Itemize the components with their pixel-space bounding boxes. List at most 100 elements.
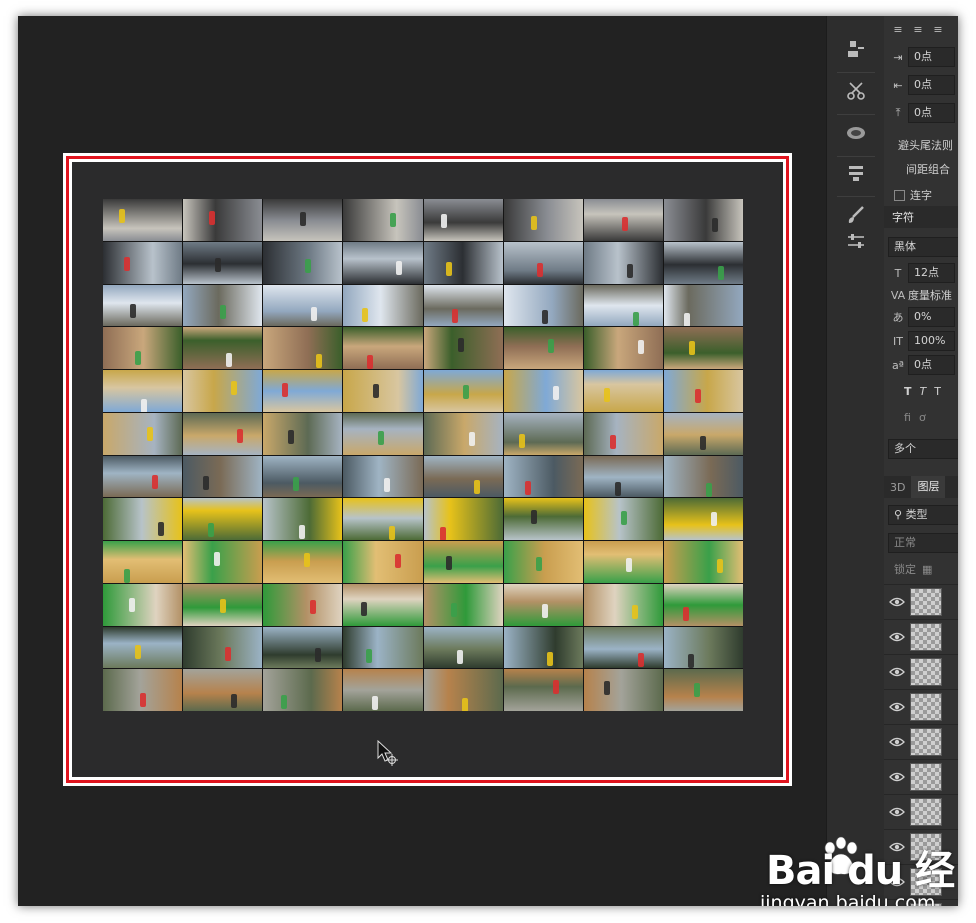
indent-right-field[interactable]: 0点 [908,75,955,95]
hanging-punct-row[interactable]: 避头尾法则 [888,134,953,156]
layer-row[interactable] [884,724,958,759]
brush-icon[interactable] [843,202,869,228]
spacing-combo-label: 间距组合 [906,163,950,176]
photo-thumbnail [503,370,583,412]
indent-left-field[interactable]: 0点 [908,47,955,67]
document-canvas-area[interactable] [18,16,826,906]
photo-thumbnail [263,370,343,412]
photo-thumbnail [423,284,503,327]
lock-pixels-icon[interactable]: ▦ [916,563,932,576]
photo-thumbnail [263,455,343,498]
opentype-row[interactable]: fi ơ [888,406,926,428]
photo-thumbnail [503,626,583,669]
photo-thumbnail [423,498,503,540]
photo-subject [531,215,538,230]
visibility-eye-icon[interactable] [884,667,910,677]
photo-thumbnail [663,498,743,540]
photo-thumbnail [103,199,183,241]
photo-subject [536,263,543,278]
panel-icon-strip [826,16,885,906]
photo-subject [621,216,628,231]
photo-thumbnail [583,541,663,583]
space-before-row: ⤒ 0点 [888,102,955,124]
photo-subject [463,385,470,400]
visibility-eye-icon[interactable] [884,702,910,712]
layer-row[interactable] [884,619,958,654]
visibility-eye-icon[interactable] [884,772,910,782]
spacing-combo-row[interactable]: 间距组合 [888,158,950,180]
photo-subject [316,353,323,368]
photo-thumbnail [423,583,503,626]
photo-thumbnail [423,412,503,455]
layer-row[interactable] [884,584,958,619]
tracking-field[interactable]: 0% [908,307,955,327]
photo-thumbnail [583,241,663,284]
tab-layers[interactable]: 图层 [911,476,946,498]
photo-thumbnail [103,241,183,284]
tracking-icon: あ [892,311,904,324]
photo-subject [299,211,306,226]
vertical-scale-field[interactable]: 100% [908,331,955,351]
space-before-field[interactable]: 0点 [908,103,955,123]
kerning-value[interactable]: 度量标准 [908,287,952,303]
blend-mode-field[interactable]: 正常 [888,533,958,553]
visibility-eye-icon[interactable] [884,807,910,817]
photo-subject [440,214,447,229]
photo-thumbnail [263,327,343,369]
photo-subject [632,311,639,326]
photo-thumbnail [423,327,503,369]
3d-materials-icon[interactable] [843,120,869,146]
hyphenate-row[interactable]: 连字 [888,184,932,206]
artboard[interactable] [72,162,783,777]
photo-thumbnail [663,455,743,498]
photo-thumbnail [583,199,663,241]
layer-filter-field[interactable]: ⚲ 类型 [888,505,958,525]
tab-3d[interactable]: 3D [884,481,911,494]
photo-thumbnail [183,327,263,369]
photo-subject [123,569,130,583]
photo-thumbnail [503,455,583,498]
paragraph-align-row[interactable]: ≡ ≡ ≡ [888,18,948,40]
baseline-shift-field[interactable]: 0点 [908,355,955,375]
photo-subject [282,382,289,397]
photo-subject [632,605,639,620]
visibility-eye-icon[interactable] [884,597,910,607]
photo-subject [620,510,627,525]
adjustments-icon[interactable] [843,160,869,186]
layer-row[interactable] [884,654,958,689]
photo-subject [688,654,695,669]
character-tab[interactable]: 字符 [884,209,914,225]
baseline-shift-row: aª 0点 [888,354,955,376]
language-field[interactable]: 多个 [888,439,958,459]
photo-thumbnail [183,583,263,626]
ligature-icon[interactable]: fi [888,411,911,424]
layer-row[interactable] [884,794,958,829]
photo-subject [712,218,719,233]
text-style-row[interactable]: T T T [888,380,941,402]
character-tab-row[interactable]: 字符 [884,206,958,228]
layer-row[interactable] [884,689,958,724]
vertical-scale-row: IT 100% [888,330,955,352]
discretionary-icon[interactable]: ơ [911,411,926,424]
layer-row[interactable] [884,759,958,794]
all-caps-icon[interactable]: T [926,385,941,398]
visibility-eye-icon[interactable] [884,737,910,747]
photo-subject [293,477,300,492]
hyphenate-checkbox[interactable] [894,189,905,201]
photo-subject [390,213,397,228]
font-family-field[interactable]: 黑体 [888,237,958,257]
photo-thumbnail [263,583,343,626]
visibility-eye-icon[interactable] [884,632,910,642]
indent-left-icon: ⇥ [893,50,903,64]
photo-subject [682,606,689,621]
photo-subject [609,434,616,449]
faux-italic-icon[interactable]: T [912,385,927,398]
faux-bold-icon[interactable]: T [888,385,912,398]
font-size-field[interactable]: 12点 [908,263,955,283]
kerning-row: VA 度量标准 [888,284,952,306]
scissors-icon[interactable] [843,78,869,104]
clone-source-icon[interactable] [843,36,869,62]
brush-settings-icon[interactable] [843,228,869,254]
photo-thumbnail [583,370,663,412]
photo-thumbnail [663,669,743,711]
